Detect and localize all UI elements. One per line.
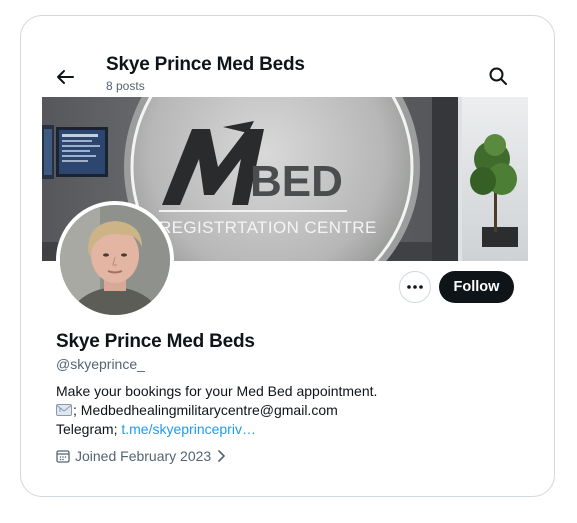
joined-date[interactable]: Joined February 2023 (56, 448, 226, 464)
banner-subtitle: REGISTRTATION CENTRE (159, 218, 377, 237)
profile-handle: @skyeprince_ (56, 356, 145, 372)
more-options-button[interactable] (399, 271, 431, 303)
bio-email-line: ; Medbedhealingmilitarycentre@gmail.com (56, 401, 526, 420)
profile-bio: Make your bookings for your Med Bed appo… (56, 382, 526, 439)
bio-email: ; Medbedhealingmilitarycentre@gmail.com (73, 402, 338, 418)
bio-line: Make your bookings for your Med Bed appo… (56, 383, 378, 399)
back-button[interactable] (51, 63, 79, 91)
chevron-right-icon (218, 450, 226, 462)
bio-telegram-prefix: Telegram; (56, 421, 122, 437)
arrow-left-icon (57, 70, 74, 84)
joined-label: Joined February 2023 (75, 448, 212, 464)
search-icon (489, 67, 507, 85)
banner-logo-word: BED (250, 157, 343, 206)
post-count: 8 posts (106, 79, 145, 93)
profile-name: Skye Prince Med Beds (56, 331, 255, 352)
bio-telegram-line: Telegram; t.me/skyeprincepriv… (56, 420, 526, 439)
calendar-icon (56, 450, 70, 463)
profile-avatar[interactable] (56, 201, 174, 319)
follow-button[interactable]: Follow (439, 271, 514, 303)
header-title: Skye Prince Med Beds (106, 54, 305, 75)
profile-card: Skye Prince Med Beds 8 posts BED REGISTR… (20, 15, 555, 497)
profile-header: Skye Prince Med Beds 8 posts (21, 16, 554, 98)
envelope-icon (56, 404, 72, 416)
more-horizontal-icon (407, 285, 423, 289)
search-button[interactable] (483, 61, 513, 91)
telegram-link[interactable]: t.me/skyeprincepriv… (121, 421, 256, 437)
